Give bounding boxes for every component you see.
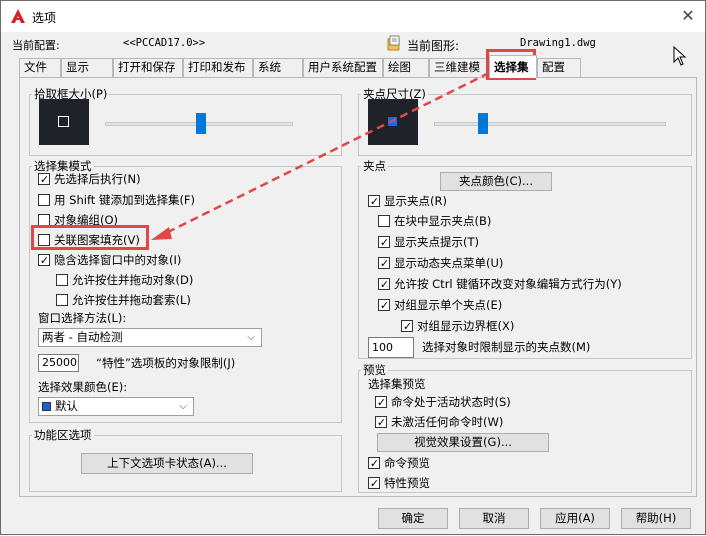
current-drawing-value: Drawing1.dwg: [520, 37, 596, 49]
tab-system[interactable]: 系统: [253, 58, 303, 77]
grip-limit-input[interactable]: 100: [368, 337, 414, 358]
cancel-button[interactable]: 取消: [459, 508, 529, 529]
tab-open-save[interactable]: 打开和保存: [113, 58, 183, 77]
title-bar: 选项 ✕: [1, 1, 705, 32]
apply-button[interactable]: 应用(A): [540, 508, 610, 529]
tab-display[interactable]: 显示: [61, 58, 113, 77]
single-grip-groups-checkbox[interactable]: 对组显示单个夹点(E): [378, 297, 502, 313]
grip-preview: [368, 99, 418, 145]
current-profile-label: 当前配置:: [12, 39, 60, 52]
checkbox-checked-icon: [38, 173, 50, 185]
ribbon-options-title: 功能区选项: [34, 428, 92, 442]
effect-color-label: 选择效果颜色(E):: [38, 380, 128, 394]
implied-window-checkbox[interactable]: 隐含选择窗口中的对象(I): [38, 252, 181, 268]
ctrl-cycling-checkbox[interactable]: 允许按 Ctrl 键循环改变对象编辑方式行为(Y): [378, 276, 622, 292]
tab-selection[interactable]: 选择集: [489, 55, 537, 78]
tab-user-preferences[interactable]: 用户系统配置: [303, 58, 383, 77]
checkbox-checked-icon: [375, 396, 387, 408]
tab-files[interactable]: 文件: [19, 58, 61, 77]
current-drawing-label: 当前图形:: [407, 39, 460, 53]
checkbox-checked-icon: [368, 477, 380, 489]
press-drag-object-checkbox[interactable]: 允许按住并拖动对象(D): [56, 272, 193, 288]
grips-in-blocks-checkbox[interactable]: 在块中显示夹点(B): [378, 213, 491, 229]
checkbox-icon: [56, 294, 68, 306]
grip-tips-checkbox[interactable]: 显示夹点提示(T): [378, 234, 479, 250]
checkbox-checked-icon: [401, 320, 413, 332]
grip-size-slider-thumb[interactable]: [477, 113, 488, 134]
command-preview-checkbox[interactable]: 命令预览: [368, 455, 430, 471]
grip-size-slider-track[interactable]: [434, 122, 666, 126]
contextual-tab-states-button[interactable]: 上下文选项卡状态(A)...: [81, 453, 253, 474]
checkbox-checked-icon: [378, 278, 390, 290]
checkbox-checked-icon: [378, 299, 390, 311]
checkbox-checked-icon: [38, 254, 50, 266]
checkbox-checked-icon: [378, 257, 390, 269]
checkbox-checked-icon: [378, 236, 390, 248]
help-button[interactable]: 帮助(H): [621, 508, 691, 529]
window-method-select[interactable]: 两者 - 自动检测 ⌵: [38, 328, 262, 347]
properties-limit-input[interactable]: 25000: [38, 354, 79, 372]
tab-drafting[interactable]: 绘图: [383, 58, 429, 77]
checkbox-checked-icon: [368, 457, 380, 469]
ok-button[interactable]: 确定: [378, 508, 448, 529]
checkbox-icon: [378, 215, 390, 227]
pickbox-slider-thumb[interactable]: [195, 113, 206, 134]
close-icon[interactable]: ✕: [677, 5, 699, 27]
mouse-cursor-icon: [673, 46, 687, 66]
visual-effects-button[interactable]: 视觉效果设置(G)...: [377, 433, 549, 452]
checkbox-checked-icon: [375, 416, 387, 428]
selection-preview-label: 选择集预览: [368, 377, 426, 391]
property-preview-checkbox[interactable]: 特性预览: [368, 475, 430, 491]
autocad-logo-icon: [11, 9, 25, 23]
checkbox-icon: [56, 274, 68, 286]
grip-square-icon: [388, 117, 397, 126]
selection-tab-page: 拾取框大小(P) 选择集模式 先选择后执行(N) 用 Shift 键添加到选择集…: [19, 77, 697, 497]
preview-no-command-checkbox[interactable]: 未激活任何命令时(W): [375, 414, 503, 430]
current-profile-value: <<PCCAD17.0>>: [123, 37, 206, 49]
grip-colors-button[interactable]: 夹点颜色(C)...: [440, 172, 552, 191]
chevron-down-icon: ⌵: [247, 332, 255, 343]
show-grips-checkbox[interactable]: 显示夹点(R): [368, 193, 447, 209]
properties-limit-label: “特性”选项板的对象限制(J): [96, 356, 236, 370]
shift-add-checkbox[interactable]: 用 Shift 键添加到选择集(F): [38, 192, 195, 208]
grips-title: 夹点: [363, 159, 386, 173]
bbox-groups-checkbox[interactable]: 对组显示边界框(X): [401, 318, 514, 334]
preview-command-active-checkbox[interactable]: 命令处于活动状态时(S): [375, 394, 511, 410]
color-swatch-icon: [42, 402, 51, 411]
drawing-file-icon: [387, 35, 400, 51]
options-dialog: 选项 ✕ 当前配置: <<PCCAD17.0>> 当前图形: Drawing1.…: [0, 0, 706, 535]
window-title: 选项: [32, 11, 57, 25]
effect-color-select[interactable]: 默认 ⌵: [38, 397, 194, 416]
pickbox-preview: [39, 99, 89, 145]
press-drag-lasso-checkbox[interactable]: 允许按住并拖动套索(L): [56, 292, 191, 308]
pickbox-square-icon: [58, 116, 69, 127]
dynamic-grip-menu-checkbox[interactable]: 显示动态夹点菜单(U): [378, 255, 503, 271]
associative-hatch-highlight: [31, 225, 149, 250]
noun-verb-checkbox[interactable]: 先选择后执行(N): [38, 171, 141, 187]
grip-limit-label: 选择对象时限制显示的夹点数(M): [422, 340, 591, 354]
tab-3d-modeling[interactable]: 三维建模: [429, 58, 489, 77]
checkbox-icon: [38, 194, 50, 206]
tab-plot-publish[interactable]: 打印和发布: [183, 58, 253, 77]
tab-profiles[interactable]: 配置: [537, 58, 581, 77]
chevron-down-icon: ⌵: [179, 401, 187, 412]
window-method-label: 窗口选择方法(L):: [38, 311, 127, 325]
checkbox-checked-icon: [368, 195, 380, 207]
